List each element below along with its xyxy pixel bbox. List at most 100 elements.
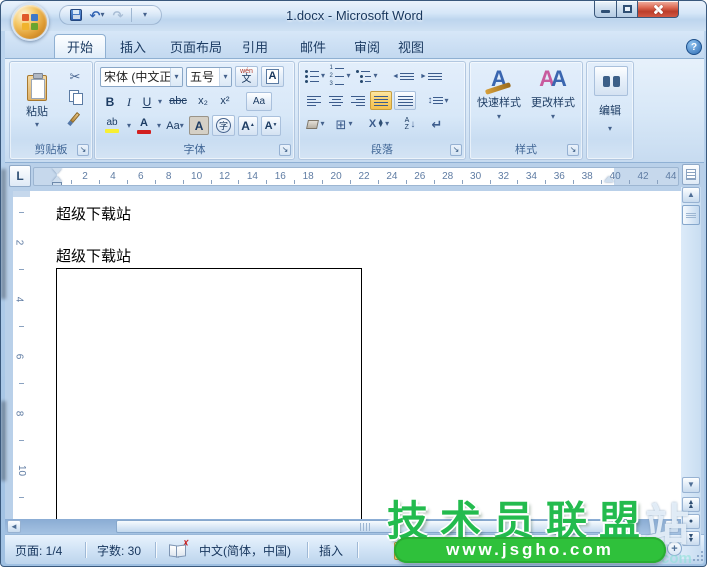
phonetic-guide-button[interactable]: wén 文: [235, 66, 258, 87]
sort-button[interactable]: AZ ↓: [397, 115, 423, 133]
superscript-button[interactable]: x²: [216, 95, 234, 108]
resize-grip[interactable]: [692, 550, 703, 561]
tab-review[interactable]: 审阅: [342, 34, 392, 58]
v-scroll-thumb[interactable]: [682, 205, 700, 225]
show-marks-button[interactable]: ↵: [426, 115, 448, 133]
outline-view-button[interactable]: [454, 542, 473, 560]
font-color-button[interactable]: A: [134, 117, 154, 135]
next-page-button[interactable]: ▼▼: [682, 531, 700, 546]
editing-dropdown[interactable]: ▾: [587, 118, 633, 136]
align-center-button[interactable]: [326, 92, 346, 110]
change-styles-button[interactable]: A A 更改样式 ▾: [527, 64, 579, 136]
copy-button[interactable]: [62, 87, 88, 105]
web-layout-view-button[interactable]: [434, 542, 453, 560]
character-border-button[interactable]: A: [261, 66, 284, 87]
align-right-button[interactable]: [348, 92, 368, 110]
shading-button[interactable]: ▾: [304, 115, 328, 133]
tab-mailings[interactable]: 邮件: [288, 34, 338, 58]
text-highlight-button[interactable]: ab: [100, 117, 124, 134]
ruler-tick: [19, 212, 24, 213]
previous-page-button[interactable]: ▲▲: [682, 497, 700, 512]
highlight-dropdown-icon[interactable]: ▾: [127, 122, 131, 130]
full-screen-reading-view-button[interactable]: [414, 542, 433, 560]
scroll-up-button[interactable]: ▲: [682, 187, 700, 203]
tab-home[interactable]: 开始: [54, 34, 106, 58]
underline-dropdown-icon[interactable]: ▾: [158, 98, 162, 106]
undo-button[interactable]: ↶▾: [89, 7, 105, 23]
subscript-button[interactable]: x₂: [194, 95, 212, 108]
tab-references[interactable]: 引用: [230, 34, 280, 58]
enclose-characters-button[interactable]: 字: [212, 115, 235, 136]
help-button[interactable]: ?: [686, 39, 702, 55]
office-button[interactable]: [11, 3, 49, 41]
restore-button[interactable]: [616, 1, 638, 18]
strikethrough-button[interactable]: abc: [166, 95, 190, 108]
document-page[interactable]: 超级下载站 超级下载站: [30, 191, 681, 519]
multilevel-list-button[interactable]: ▾: [354, 67, 380, 85]
draft-view-button[interactable]: [474, 542, 493, 560]
paste-button[interactable]: 粘贴 ▾: [16, 65, 58, 139]
scroll-down-button[interactable]: ▼: [682, 477, 700, 493]
spell-check-indicator[interactable]: ✗: [165, 541, 190, 559]
minimize-button[interactable]: [594, 1, 617, 18]
increase-indent-button[interactable]: ►: [418, 67, 444, 85]
insert-mode-indicator[interactable]: 插入: [315, 541, 347, 559]
text-box[interactable]: [56, 268, 362, 519]
italic-button[interactable]: I: [122, 95, 136, 109]
font-size-select[interactable]: 五号 ▾: [186, 67, 232, 87]
print-layout-view-button[interactable]: [394, 542, 413, 560]
borders-button[interactable]: ⊞▾: [331, 115, 357, 133]
cut-button[interactable]: ✂: [62, 67, 88, 85]
line-spacing-dropdown-icon: ▾: [444, 97, 448, 105]
tab-page-layout[interactable]: 页面布局: [158, 34, 234, 58]
justify-button[interactable]: [370, 91, 392, 110]
paragraph-dialog-launcher[interactable]: ↘: [450, 144, 462, 156]
h-scrollbar[interactable]: ◄ ►: [5, 519, 681, 534]
status-separator: [307, 542, 308, 558]
tab-stop-selector[interactable]: L: [9, 165, 31, 187]
select-browse-object-button[interactable]: ●: [682, 514, 700, 529]
line-spacing-button[interactable]: ↕ ▾: [424, 92, 452, 110]
left-indent-marker[interactable]: [52, 182, 62, 186]
change-case-button[interactable]: Aa▾: [164, 119, 186, 133]
bullets-button[interactable]: ▾: [304, 67, 326, 85]
character-shading-button[interactable]: A: [189, 116, 209, 135]
format-painter-button[interactable]: [62, 108, 88, 126]
find-button[interactable]: [594, 66, 628, 96]
close-button[interactable]: [637, 1, 679, 18]
clipboard-dialog-launcher[interactable]: ↘: [77, 144, 89, 156]
styles-dialog-launcher[interactable]: ↘: [567, 144, 579, 156]
h-scroll-thumb[interactable]: [116, 520, 613, 533]
bold-button[interactable]: B: [102, 95, 118, 109]
language-indicator[interactable]: 中文(简体，中国): [195, 541, 295, 559]
tab-view[interactable]: 视图: [386, 34, 436, 58]
quick-styles-button[interactable]: A 快速样式 ▾: [473, 64, 525, 136]
shrink-font-button[interactable]: A▼: [261, 116, 281, 136]
scroll-right-button[interactable]: ►: [665, 520, 679, 533]
grow-font-button[interactable]: A▲: [238, 116, 258, 136]
zoom-in-button[interactable]: +: [667, 541, 682, 556]
v-ruler[interactable]: 246810: [13, 191, 30, 519]
font-color-dropdown-icon[interactable]: ▾: [157, 122, 161, 130]
ruler-tick: [294, 180, 295, 184]
font-dialog-launcher[interactable]: ↘: [279, 144, 291, 156]
page-indicator[interactable]: 页面: 1/4: [11, 541, 66, 559]
h-ruler[interactable]: 2468101214161820222426283032343638404244: [33, 167, 679, 186]
numbering-button[interactable]: 123 ▾: [328, 67, 352, 85]
save-button[interactable]: [68, 7, 84, 23]
right-indent-marker[interactable]: [604, 176, 614, 182]
tab-insert[interactable]: 插入: [108, 34, 158, 58]
align-left-button[interactable]: [304, 92, 324, 110]
distribute-button[interactable]: [394, 91, 416, 110]
font-name-select[interactable]: 宋体 (中文正文 ▾: [100, 67, 183, 87]
scroll-left-button[interactable]: ◄: [7, 520, 21, 533]
view-ruler-toggle-button[interactable]: [682, 164, 700, 185]
first-line-indent-marker[interactable]: [52, 168, 62, 174]
clear-formatting-button[interactable]: Aa: [246, 92, 272, 111]
copy-icon: [69, 90, 82, 103]
underline-button[interactable]: U: [140, 95, 154, 109]
word-count-indicator[interactable]: 字数: 30: [93, 541, 145, 559]
v-scrollbar[interactable]: ▲ ▼ ▲▲ ● ▼▼: [681, 187, 701, 559]
asian-layout-button[interactable]: X ▲▼ ▾: [364, 115, 394, 133]
decrease-indent-button[interactable]: ◄: [390, 67, 416, 85]
